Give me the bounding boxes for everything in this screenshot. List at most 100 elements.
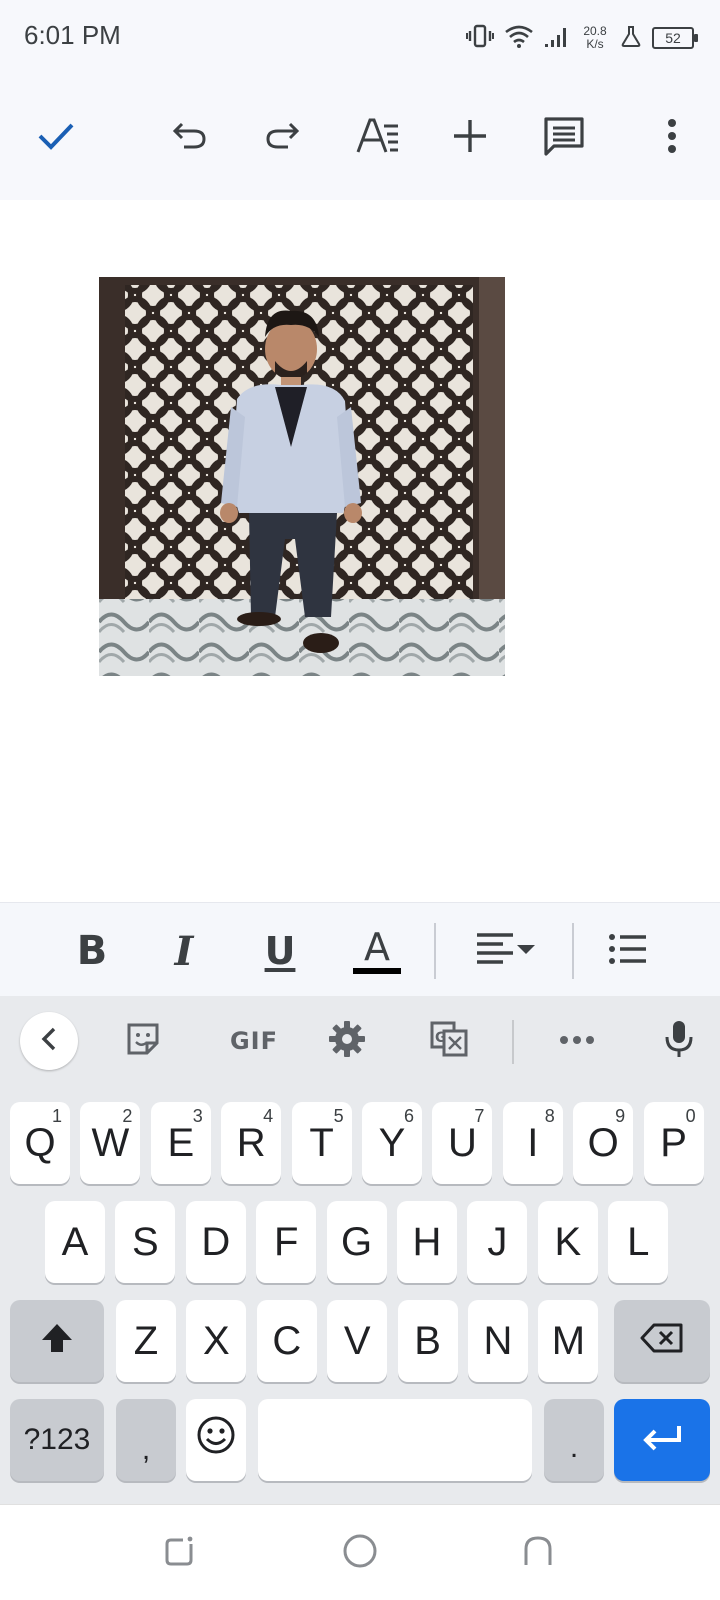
keyboard: GIF G ?123 , . Q 1 W 2 E 3 R 4 T 5 Y 6 U… bbox=[0, 996, 720, 1504]
key-z[interactable]: Z bbox=[116, 1300, 176, 1382]
key-hint: 1 bbox=[51, 1106, 62, 1126]
gif-button[interactable]: GIF bbox=[214, 1012, 294, 1070]
home-icon bbox=[342, 1533, 378, 1574]
key-hint: 0 bbox=[685, 1106, 696, 1126]
key-label: L bbox=[627, 1220, 650, 1264]
comma-key[interactable]: , bbox=[116, 1399, 176, 1481]
voice-input-button[interactable] bbox=[650, 1012, 708, 1070]
check-icon[interactable] bbox=[26, 106, 86, 166]
docs-toolbar bbox=[0, 76, 720, 200]
backspace-icon bbox=[640, 1319, 684, 1364]
back-icon bbox=[40, 1026, 58, 1057]
key-r[interactable]: R4 bbox=[221, 1102, 282, 1184]
document-image[interactable] bbox=[99, 277, 505, 676]
key-w[interactable]: W2 bbox=[80, 1102, 141, 1184]
key-label: R bbox=[236, 1121, 266, 1165]
battery-level: 52 bbox=[665, 30, 681, 46]
text-color-button[interactable]: A bbox=[352, 923, 402, 979]
sticker-icon bbox=[125, 1021, 161, 1062]
key-hint: 5 bbox=[333, 1106, 344, 1126]
bulleted-list-button[interactable] bbox=[606, 923, 650, 979]
enter-key[interactable] bbox=[614, 1399, 710, 1481]
key-label: X bbox=[203, 1319, 230, 1363]
key-a[interactable]: A bbox=[45, 1201, 105, 1283]
period-key[interactable]: . bbox=[544, 1399, 604, 1481]
redo-icon[interactable] bbox=[252, 106, 312, 166]
backspace-key[interactable] bbox=[614, 1300, 710, 1382]
dropdown-arrow-icon bbox=[515, 942, 537, 960]
key-label: F bbox=[273, 1220, 299, 1264]
key-c[interactable]: C bbox=[256, 1300, 317, 1382]
net-speed-unit: K/s bbox=[586, 37, 604, 51]
sticker-button[interactable] bbox=[114, 1012, 172, 1070]
translate-button[interactable]: G bbox=[420, 1012, 478, 1070]
align-button[interactable] bbox=[470, 923, 542, 979]
back-icon bbox=[522, 1535, 554, 1572]
key-v[interactable]: V bbox=[327, 1300, 388, 1382]
key-label: K bbox=[554, 1220, 582, 1264]
key-j[interactable]: J bbox=[467, 1201, 528, 1283]
key-k[interactable]: K bbox=[537, 1201, 598, 1283]
document-canvas[interactable] bbox=[0, 200, 720, 902]
key-label: O bbox=[587, 1121, 619, 1165]
key-b[interactable]: B bbox=[397, 1300, 458, 1382]
more-vert-icon[interactable] bbox=[642, 106, 702, 166]
key-h[interactable]: H bbox=[397, 1201, 457, 1283]
key-q[interactable]: Q1 bbox=[10, 1102, 70, 1184]
key-y[interactable]: Y6 bbox=[362, 1102, 422, 1184]
key-s[interactable]: S bbox=[115, 1201, 176, 1283]
key-f[interactable]: F bbox=[256, 1201, 317, 1283]
nav-back-button[interactable] bbox=[516, 1531, 560, 1575]
shift-icon bbox=[40, 1319, 74, 1364]
shift-key[interactable] bbox=[10, 1300, 104, 1382]
key-e[interactable]: E3 bbox=[150, 1102, 211, 1184]
key-d[interactable]: D bbox=[185, 1201, 246, 1283]
key-u[interactable]: U7 bbox=[432, 1102, 493, 1184]
key-p[interactable]: P0 bbox=[643, 1102, 704, 1184]
more-options-button[interactable] bbox=[548, 1012, 606, 1070]
net-speed: 20.8 K/s bbox=[580, 25, 610, 51]
emoji-icon bbox=[196, 1415, 236, 1465]
italic-button[interactable]: I bbox=[162, 923, 206, 979]
key-m[interactable]: M bbox=[538, 1300, 599, 1382]
key-o[interactable]: O9 bbox=[573, 1102, 634, 1184]
keyboard-back-button[interactable] bbox=[20, 1012, 78, 1070]
vibrate-icon bbox=[466, 23, 494, 54]
key-hint: 7 bbox=[474, 1106, 485, 1126]
symbols-key[interactable]: ?123 bbox=[10, 1399, 104, 1481]
key-g[interactable]: G bbox=[326, 1201, 387, 1283]
bold-label: B bbox=[76, 928, 108, 974]
insert-icon[interactable] bbox=[440, 106, 500, 166]
key-i[interactable]: I8 bbox=[502, 1102, 563, 1184]
key-label: Z bbox=[133, 1319, 159, 1363]
home-button[interactable] bbox=[338, 1531, 382, 1575]
key-label: N bbox=[483, 1319, 513, 1363]
enter-icon bbox=[641, 1418, 683, 1463]
key-label: V bbox=[343, 1319, 371, 1363]
underline-button[interactable]: U bbox=[258, 923, 302, 979]
recents-icon bbox=[163, 1534, 197, 1573]
space-key[interactable] bbox=[258, 1399, 532, 1481]
bulleted-list-icon bbox=[608, 932, 648, 971]
undo-icon[interactable] bbox=[160, 106, 220, 166]
key-l[interactable]: L bbox=[608, 1201, 669, 1283]
svg-text:G: G bbox=[435, 1030, 447, 1046]
settings-button[interactable] bbox=[318, 1012, 376, 1070]
net-speed-value: 20.8 bbox=[583, 24, 607, 38]
key-label: M bbox=[551, 1319, 586, 1363]
underline-label: U bbox=[264, 929, 296, 973]
bold-button[interactable]: B bbox=[70, 923, 114, 979]
text-format-icon[interactable] bbox=[348, 106, 408, 166]
format-separator bbox=[572, 923, 574, 979]
key-x[interactable]: X bbox=[186, 1300, 247, 1382]
key-t[interactable]: T5 bbox=[291, 1102, 352, 1184]
key-n[interactable]: N bbox=[468, 1300, 528, 1382]
emoji-key[interactable] bbox=[186, 1399, 246, 1481]
recents-button[interactable] bbox=[158, 1531, 202, 1575]
key-label: I bbox=[527, 1121, 539, 1165]
period-key-label: . bbox=[569, 1431, 579, 1464]
comment-icon[interactable] bbox=[534, 106, 594, 166]
key-label: U bbox=[447, 1121, 477, 1165]
key-hint: 6 bbox=[403, 1106, 414, 1126]
formatting-toolbar: B I U A bbox=[0, 902, 720, 996]
